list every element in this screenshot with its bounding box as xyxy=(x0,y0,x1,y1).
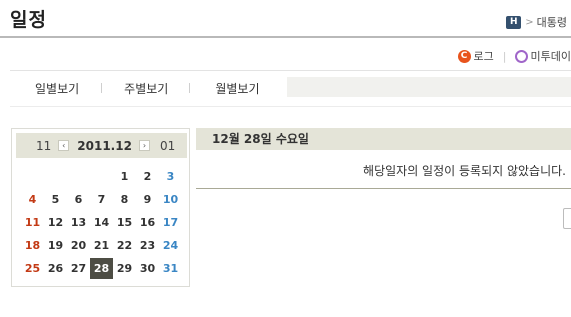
calendar-day[interactable]: 4 xyxy=(21,189,44,210)
calendar-week-row: 25 26 27 28 29 30 31 xyxy=(12,257,189,280)
title-divider xyxy=(0,36,571,38)
calendar-day[interactable]: 18 xyxy=(21,235,44,256)
calendar-week-row: 4 5 6 7 8 9 10 xyxy=(12,188,189,211)
share-me2day-label: 미투데이 xyxy=(530,50,571,63)
calendar-header: 11 ‹ 2011.12 › 01 xyxy=(16,133,187,158)
tab-monthly[interactable]: 월별보기 xyxy=(215,80,259,97)
calendar-week-row: 18 19 20 21 22 23 24 xyxy=(12,234,189,257)
me2day-icon xyxy=(514,49,528,63)
share-bar: C 로그 | 미투데이 xyxy=(457,48,571,64)
calendar-day[interactable]: 31 xyxy=(159,258,182,279)
share-c-log-button[interactable]: C 로그 xyxy=(457,48,494,64)
calendar-day[interactable]: 11 xyxy=(21,212,44,233)
view-tabs: 일별보기 주별보기 월별보기 xyxy=(10,77,571,99)
calendar-day[interactable]: 8 xyxy=(113,189,136,210)
calendar-day[interactable]: 29 xyxy=(113,258,136,279)
page-title: 일정 xyxy=(10,9,47,31)
calendar-day-selected[interactable]: 28 xyxy=(90,258,113,279)
next-month-arrow-icon[interactable]: › xyxy=(138,140,150,151)
calendar-day[interactable]: 19 xyxy=(44,235,67,256)
content-divider xyxy=(196,188,571,189)
calendar-day[interactable]: 7 xyxy=(90,189,113,210)
calendar-empty-cell xyxy=(44,166,67,187)
breadcrumb: H > 대통령 xyxy=(506,14,567,30)
calendar-day[interactable]: 2 xyxy=(136,166,159,187)
calendar-grid: 1 2 3 4 5 6 7 8 9 10 11 12 13 14 15 16 17 18 19 20 21 22 23 24 2… xyxy=(12,165,189,280)
calendar-empty-cell xyxy=(21,166,44,187)
calendar-empty-cell xyxy=(90,166,113,187)
calendar-week-row: 11 12 13 14 15 16 17 xyxy=(12,211,189,234)
calendar-day[interactable]: 27 xyxy=(67,258,90,279)
c-log-icon: C xyxy=(457,49,471,63)
calendar-day[interactable]: 25 xyxy=(21,258,44,279)
calendar-week-row: 123 xyxy=(12,165,189,188)
prev-month-label[interactable]: 11 xyxy=(36,139,51,153)
tab-weekly[interactable]: 주별보기 xyxy=(124,80,168,97)
tab-separator xyxy=(189,83,191,93)
calendar-day[interactable]: 22 xyxy=(113,235,136,256)
tab-separator xyxy=(101,83,103,93)
share-c-log-label: 로그 xyxy=(473,50,494,63)
calendar-day[interactable]: 20 xyxy=(67,235,90,256)
breadcrumb-separator-icon: > xyxy=(525,16,534,28)
tab-bar-fill xyxy=(287,77,571,97)
calendar-day[interactable]: 17 xyxy=(159,212,182,233)
calendar-day[interactable]: 1 xyxy=(113,166,136,187)
calendar-day[interactable]: 21 xyxy=(90,235,113,256)
breadcrumb-current[interactable]: 대통령 xyxy=(537,14,567,30)
partial-button[interactable] xyxy=(563,208,571,229)
calendar-day[interactable]: 5 xyxy=(44,189,67,210)
calendar-day[interactable]: 9 xyxy=(136,189,159,210)
calendar-day[interactable]: 26 xyxy=(44,258,67,279)
calendar-day[interactable]: 14 xyxy=(90,212,113,233)
calendar-day[interactable]: 12 xyxy=(44,212,67,233)
calendar-day[interactable]: 24 xyxy=(159,235,182,256)
selected-date-heading: 12월 28일 수요일 xyxy=(196,128,571,150)
next-month-label[interactable]: 01 xyxy=(160,139,175,153)
calendar-day[interactable]: 3 xyxy=(159,166,182,187)
share-divider xyxy=(10,70,571,71)
tabs-divider xyxy=(10,106,571,107)
prev-month-arrow-icon[interactable]: ‹ xyxy=(58,140,70,151)
calendar-day[interactable]: 13 xyxy=(67,212,90,233)
current-month-label: 2011.12 xyxy=(77,138,132,153)
calendar-day[interactable]: 23 xyxy=(136,235,159,256)
calendar-day[interactable]: 30 xyxy=(136,258,159,279)
mini-calendar: 11 ‹ 2011.12 › 01 1 2 3 4 5 6 7 8 9 10 11 12 13 14 15 1… xyxy=(11,128,190,287)
calendar-empty-cell xyxy=(67,166,90,187)
empty-schedule-message: 해당일자의 일정이 등록되지 않았습니다. xyxy=(363,164,566,178)
home-icon[interactable]: H xyxy=(506,15,522,29)
share-me2day-button[interactable]: 미투데이 xyxy=(514,48,571,64)
calendar-day[interactable]: 6 xyxy=(67,189,90,210)
calendar-day[interactable]: 16 xyxy=(136,212,159,233)
calendar-day[interactable]: 10 xyxy=(159,189,182,210)
calendar-day[interactable]: 15 xyxy=(113,212,136,233)
tab-daily[interactable]: 일별보기 xyxy=(35,80,79,97)
share-separator: | xyxy=(502,49,507,63)
